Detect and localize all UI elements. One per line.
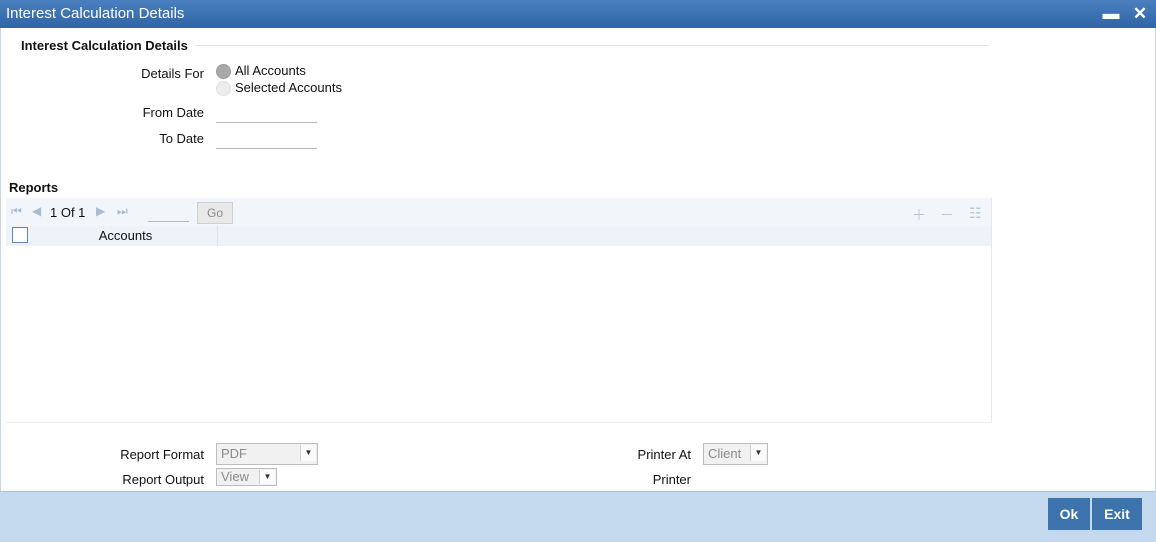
from-date-label: From Date [142, 105, 204, 120]
report-format-select[interactable]: PDF ▼ [216, 443, 318, 465]
report-output-value: View [221, 469, 249, 484]
select-all-checkbox[interactable] [12, 227, 28, 243]
minimize-icon[interactable]: ▬ [1099, 2, 1123, 26]
exit-button[interactable]: Exit [1092, 498, 1142, 530]
radio-all-accounts-label: All Accounts [235, 63, 306, 78]
radio-selected-accounts-label: Selected Accounts [235, 80, 342, 95]
printer-at-select[interactable]: Client ▼ [703, 443, 768, 465]
chevron-down-icon: ▼ [750, 445, 766, 461]
ok-button[interactable]: Ok [1048, 498, 1090, 530]
section-divider [196, 45, 988, 46]
footer-bar: Ok Exit [0, 491, 1156, 542]
radio-selected-accounts[interactable] [216, 81, 231, 96]
column-header-accounts[interactable]: Accounts [34, 226, 218, 246]
details-for-label: Details For [141, 66, 204, 81]
printer-label: Printer [652, 472, 691, 487]
add-row-icon[interactable]: ＋ [912, 205, 926, 225]
radio-all-accounts[interactable] [216, 64, 231, 79]
reports-title: Reports [9, 180, 59, 195]
close-icon[interactable]: ✕ [1128, 2, 1152, 26]
single-view-icon[interactable]: ☷ [969, 205, 982, 222]
printer-at-label: Printer At [637, 447, 691, 462]
next-page-icon[interactable]: ▶ [96, 204, 105, 218]
grid-header: Accounts [6, 226, 991, 246]
previous-page-icon[interactable]: ◀ [32, 204, 41, 218]
printer-at-value: Client [708, 446, 742, 461]
to-date-input[interactable] [216, 148, 317, 149]
chevron-down-icon: ▼ [300, 445, 316, 461]
report-output-select[interactable]: View ▼ [216, 468, 277, 486]
report-output-label: Report Output [122, 472, 204, 487]
from-date-input[interactable] [216, 122, 317, 123]
page-number-input[interactable] [148, 203, 189, 222]
go-button[interactable]: Go [197, 202, 233, 224]
first-page-icon[interactable]: ⏮ [11, 204, 22, 219]
grid-bottom-divider [6, 422, 991, 423]
delete-row-icon[interactable]: － [940, 205, 954, 225]
report-format-value: PDF [221, 446, 247, 461]
to-date-label: To Date [159, 131, 204, 146]
page-count: 1 Of 1 [50, 205, 86, 220]
reports-grid: ⏮ ◀ 1 Of 1 ▶ ⏭ Go ＋ － ☷ Accounts [6, 198, 992, 423]
report-format-label: Report Format [120, 447, 204, 462]
grid-toolbar: ⏮ ◀ 1 Of 1 ▶ ⏭ Go ＋ － ☷ [6, 198, 991, 226]
section-title: Interest Calculation Details [21, 38, 188, 53]
window-title: Interest Calculation Details [6, 5, 185, 22]
last-page-icon[interactable]: ⏭ [117, 204, 128, 219]
chevron-down-icon: ▼ [259, 470, 275, 484]
title-bar: Interest Calculation Details ▬ ✕ [0, 0, 1156, 28]
